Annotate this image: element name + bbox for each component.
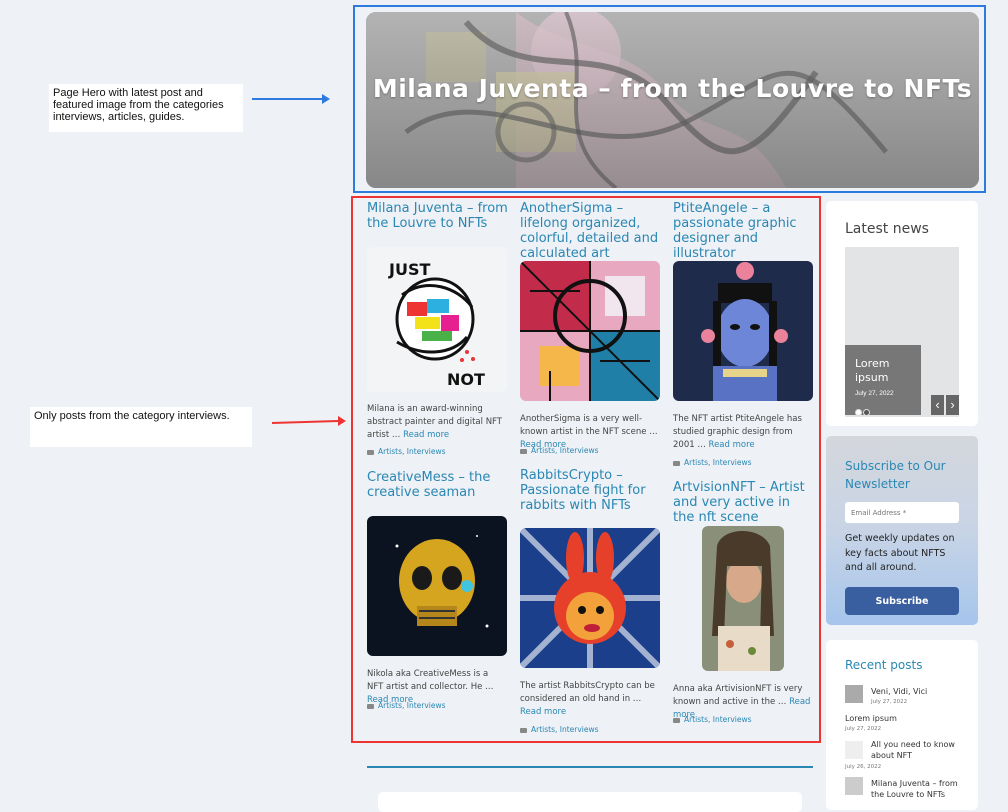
post-thumbnail[interactable] bbox=[845, 741, 863, 759]
post-title[interactable]: RabbitsCrypto – Passionate fight for rab… bbox=[520, 468, 662, 513]
newsletter-title: Subscribe to Our Newsletter bbox=[845, 459, 946, 491]
post-categories: Artists, Interviews bbox=[367, 447, 446, 456]
news-slider[interactable]: Lorem ipsum July 27, 2022 ‹ › bbox=[845, 247, 959, 417]
slide-title[interactable]: Lorem ipsum bbox=[855, 357, 921, 385]
post-image[interactable] bbox=[702, 526, 784, 671]
post-title[interactable]: AnotherSigma – lifelong organized, color… bbox=[520, 201, 662, 261]
post-title[interactable]: PtiteAngele – a passionate graphic desig… bbox=[673, 201, 815, 261]
post-excerpt: Milana is an award-winning abstract pain… bbox=[367, 404, 502, 440]
post-categories: Artists, Interviews bbox=[367, 701, 446, 710]
post-card: CreativeMess – the creative seaman bbox=[367, 470, 509, 500]
slider-dot[interactable] bbox=[863, 409, 870, 416]
slide-date: July 27, 2022 bbox=[855, 390, 894, 397]
folder-icon bbox=[367, 703, 374, 709]
post-thumbnail[interactable] bbox=[845, 777, 863, 795]
post-categories: Artists, Interviews bbox=[673, 458, 752, 467]
image-text-bottom: NOT bbox=[447, 370, 485, 389]
post-title[interactable]: CreativeMess – the creative seaman bbox=[367, 470, 509, 500]
post-card: Milana Juventa – from the Louvre to NFTs bbox=[367, 201, 509, 231]
post-categories: Artists, Interviews bbox=[673, 715, 752, 724]
slider-dot[interactable] bbox=[855, 409, 862, 416]
slider-dots bbox=[855, 403, 871, 421]
post-title[interactable]: ArtvisionNFT – Artist and very active in… bbox=[673, 480, 815, 525]
page-hero[interactable]: Milana Juventa – from the Louvre to NFTs bbox=[366, 12, 979, 188]
folder-icon bbox=[520, 448, 527, 454]
post-image[interactable] bbox=[520, 528, 660, 668]
folder-icon bbox=[520, 727, 527, 733]
post-thumbnail[interactable] bbox=[845, 685, 863, 703]
read-more-link[interactable]: Read more bbox=[403, 430, 449, 440]
recent-post-item[interactable]: Veni, Vidi, Vici July 27, 2022 bbox=[871, 686, 927, 708]
recent-posts-widget: Recent posts Veni, Vidi, Vici July 27, 2… bbox=[826, 640, 978, 810]
hero-annotation-note: Page Hero with latest post and featured … bbox=[49, 84, 243, 132]
latest-news-title: Latest news bbox=[845, 221, 929, 237]
read-more-link[interactable]: Read more bbox=[520, 707, 566, 717]
annotation-arrow-blue bbox=[252, 94, 330, 104]
recent-post-item[interactable]: All you need to know about NFT bbox=[871, 739, 966, 761]
latest-news-widget: Latest news Lorem ipsum July 27, 2022 ‹ … bbox=[826, 201, 978, 426]
chevron-left-icon[interactable]: ‹ bbox=[931, 395, 944, 415]
email-field[interactable] bbox=[845, 502, 959, 523]
post-card: RabbitsCrypto – Passionate fight for rab… bbox=[520, 468, 662, 513]
post-image[interactable]: JUST NOT bbox=[367, 247, 507, 392]
post-card: ArtvisionNFT – Artist and very active in… bbox=[673, 480, 815, 525]
newsletter-text: Get weekly updates on key facts about NF… bbox=[845, 533, 955, 573]
recent-post-item[interactable]: Lorem ipsum July 27, 2022 bbox=[845, 713, 897, 735]
post-excerpt: The NFT artist PtiteAngele has studied g… bbox=[673, 414, 802, 450]
folder-icon bbox=[367, 449, 374, 455]
folder-icon bbox=[673, 717, 680, 723]
folder-icon bbox=[673, 460, 680, 466]
slide-card[interactable]: Lorem ipsum July 27, 2022 bbox=[845, 345, 921, 416]
posts-annotation-note: Only posts from the category interviews. bbox=[30, 407, 252, 447]
read-more-link[interactable]: Read more bbox=[709, 440, 755, 450]
bottom-content-box bbox=[378, 792, 802, 812]
recent-post-item[interactable]: Milana Juventa – from the Louvre to NFTs bbox=[871, 778, 971, 800]
post-excerpt: The artist RabbitsCrypto can be consider… bbox=[520, 681, 655, 717]
newsletter-widget: Subscribe to Our Newsletter Get weekly u… bbox=[826, 436, 978, 625]
hero-title[interactable]: Milana Juventa – from the Louvre to NFTs bbox=[366, 74, 979, 103]
post-image[interactable] bbox=[367, 516, 507, 656]
post-image[interactable] bbox=[520, 261, 660, 401]
post-card: PtiteAngele – a passionate graphic desig… bbox=[673, 201, 815, 261]
subscribe-button[interactable]: Subscribe bbox=[845, 587, 959, 615]
recent-post-date: July 26, 2022 bbox=[845, 764, 882, 770]
chevron-right-icon[interactable]: › bbox=[946, 395, 959, 415]
annotation-arrow-red bbox=[271, 416, 346, 426]
post-title[interactable]: Milana Juventa – from the Louvre to NFTs bbox=[367, 201, 509, 231]
recent-posts-title: Recent posts bbox=[845, 658, 923, 672]
post-image[interactable] bbox=[673, 261, 813, 401]
section-divider bbox=[367, 766, 813, 768]
post-categories: Artists, Interviews bbox=[520, 725, 599, 734]
post-card: AnotherSigma – lifelong organized, color… bbox=[520, 201, 662, 261]
image-text-top: JUST bbox=[388, 260, 430, 279]
post-categories: Artists, Interviews bbox=[520, 446, 599, 455]
